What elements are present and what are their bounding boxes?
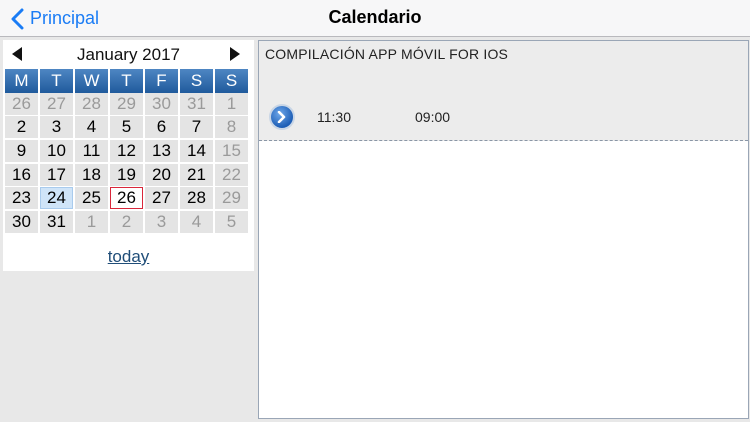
weekday-header: T <box>110 69 143 95</box>
calendar-day[interactable]: 22 <box>215 163 248 186</box>
calendar-day[interactable]: 20 <box>145 163 178 186</box>
calendar-day[interactable]: 10 <box>40 140 73 163</box>
calendar-day[interactable]: 4 <box>180 211 213 234</box>
weekday-header: W <box>75 69 108 95</box>
weekday-header: S <box>180 69 213 95</box>
calendar-day[interactable]: 27 <box>40 92 73 115</box>
calendar-day[interactable]: 18 <box>75 163 108 186</box>
calendar-day[interactable]: 17 <box>40 163 73 186</box>
event-item[interactable]: COMPILACIÓN APP MÓVIL FOR IOS 11:30 09:0… <box>259 41 748 141</box>
chevron-right-icon <box>277 111 286 123</box>
calendar-day[interactable]: 26 <box>110 187 143 210</box>
triangle-right-icon <box>230 47 240 61</box>
event-start-time: 11:30 <box>317 109 351 125</box>
page-title: Calendario <box>328 7 422 27</box>
event-end-time: 09:00 <box>415 109 451 125</box>
calendar-day[interactable]: 1 <box>75 211 108 234</box>
weekday-header: T <box>40 69 73 95</box>
calendar-day[interactable]: 5 <box>110 116 143 139</box>
calendar-day[interactable]: 21 <box>180 163 213 186</box>
calendar-day[interactable]: 3 <box>40 116 73 139</box>
next-month-button[interactable] <box>224 43 246 65</box>
calendar-day[interactable]: 23 <box>5 187 38 210</box>
calendar-day[interactable]: 14 <box>180 140 213 163</box>
calendar-day[interactable]: 28 <box>180 187 213 210</box>
today-link[interactable]: today <box>3 247 254 267</box>
calendar-day[interactable]: 30 <box>145 92 178 115</box>
calendar-day[interactable]: 8 <box>215 116 248 139</box>
calendar-day[interactable]: 29 <box>110 92 143 115</box>
calendar-day[interactable]: 6 <box>145 116 178 139</box>
calendar-header: January 2017 <box>3 40 254 69</box>
calendar-day[interactable]: 7 <box>180 116 213 139</box>
calendar-day[interactable]: 3 <box>145 211 178 234</box>
calendar-day[interactable]: 19 <box>110 163 143 186</box>
calendar-month-title: January 2017 <box>76 45 181 64</box>
event-open-button[interactable] <box>269 104 295 130</box>
calendar-day[interactable]: 31 <box>180 92 213 115</box>
calendar-day[interactable]: 2 <box>5 116 38 139</box>
calendar-day[interactable]: 15 <box>215 140 248 163</box>
calendar-day[interactable]: 1 <box>215 92 248 115</box>
calendar-day[interactable]: 4 <box>75 116 108 139</box>
calendar-day[interactable]: 11 <box>75 140 108 163</box>
weekday-header: S <box>215 69 248 95</box>
weekday-header: M <box>5 69 38 95</box>
calendar-day[interactable]: 13 <box>145 140 178 163</box>
calendar-day[interactable]: 30 <box>5 211 38 234</box>
calendar-day[interactable]: 16 <box>5 163 38 186</box>
calendar-day[interactable]: 5 <box>215 211 248 234</box>
calendar-day[interactable]: 25 <box>75 187 108 210</box>
calendar-grid: M T W T F S S 26 27 28 29 30 31 1 2 3 4 5 6 7 8 9 10 11 12 13 14 15… <box>5 69 248 234</box>
weekday-header: F <box>145 69 178 95</box>
calendar-day[interactable]: 9 <box>5 140 38 163</box>
navigation-bar: Principal Calendario <box>0 0 750 37</box>
calendar-day[interactable]: 12 <box>110 140 143 163</box>
month-calendar: January 2017 M T W T F S S 26 27 28 29 30 31 1 2 3 4 5 6 7 8… <box>3 40 254 271</box>
calendar-day[interactable]: 26 <box>5 92 38 115</box>
event-list-panel: COMPILACIÓN APP MÓVIL FOR IOS 11:30 09:0… <box>258 40 749 419</box>
calendar-day[interactable]: 31 <box>40 211 73 234</box>
calendar-day[interactable]: 27 <box>145 187 178 210</box>
calendar-day[interactable]: 29 <box>215 187 248 210</box>
event-details-row: 11:30 09:00 <box>269 103 450 131</box>
event-title: COMPILACIÓN APP MÓVIL FOR IOS <box>265 46 509 62</box>
calendar-day[interactable]: 24 <box>40 187 73 210</box>
calendar-day[interactable]: 28 <box>75 92 108 115</box>
calendar-day[interactable]: 2 <box>110 211 143 234</box>
